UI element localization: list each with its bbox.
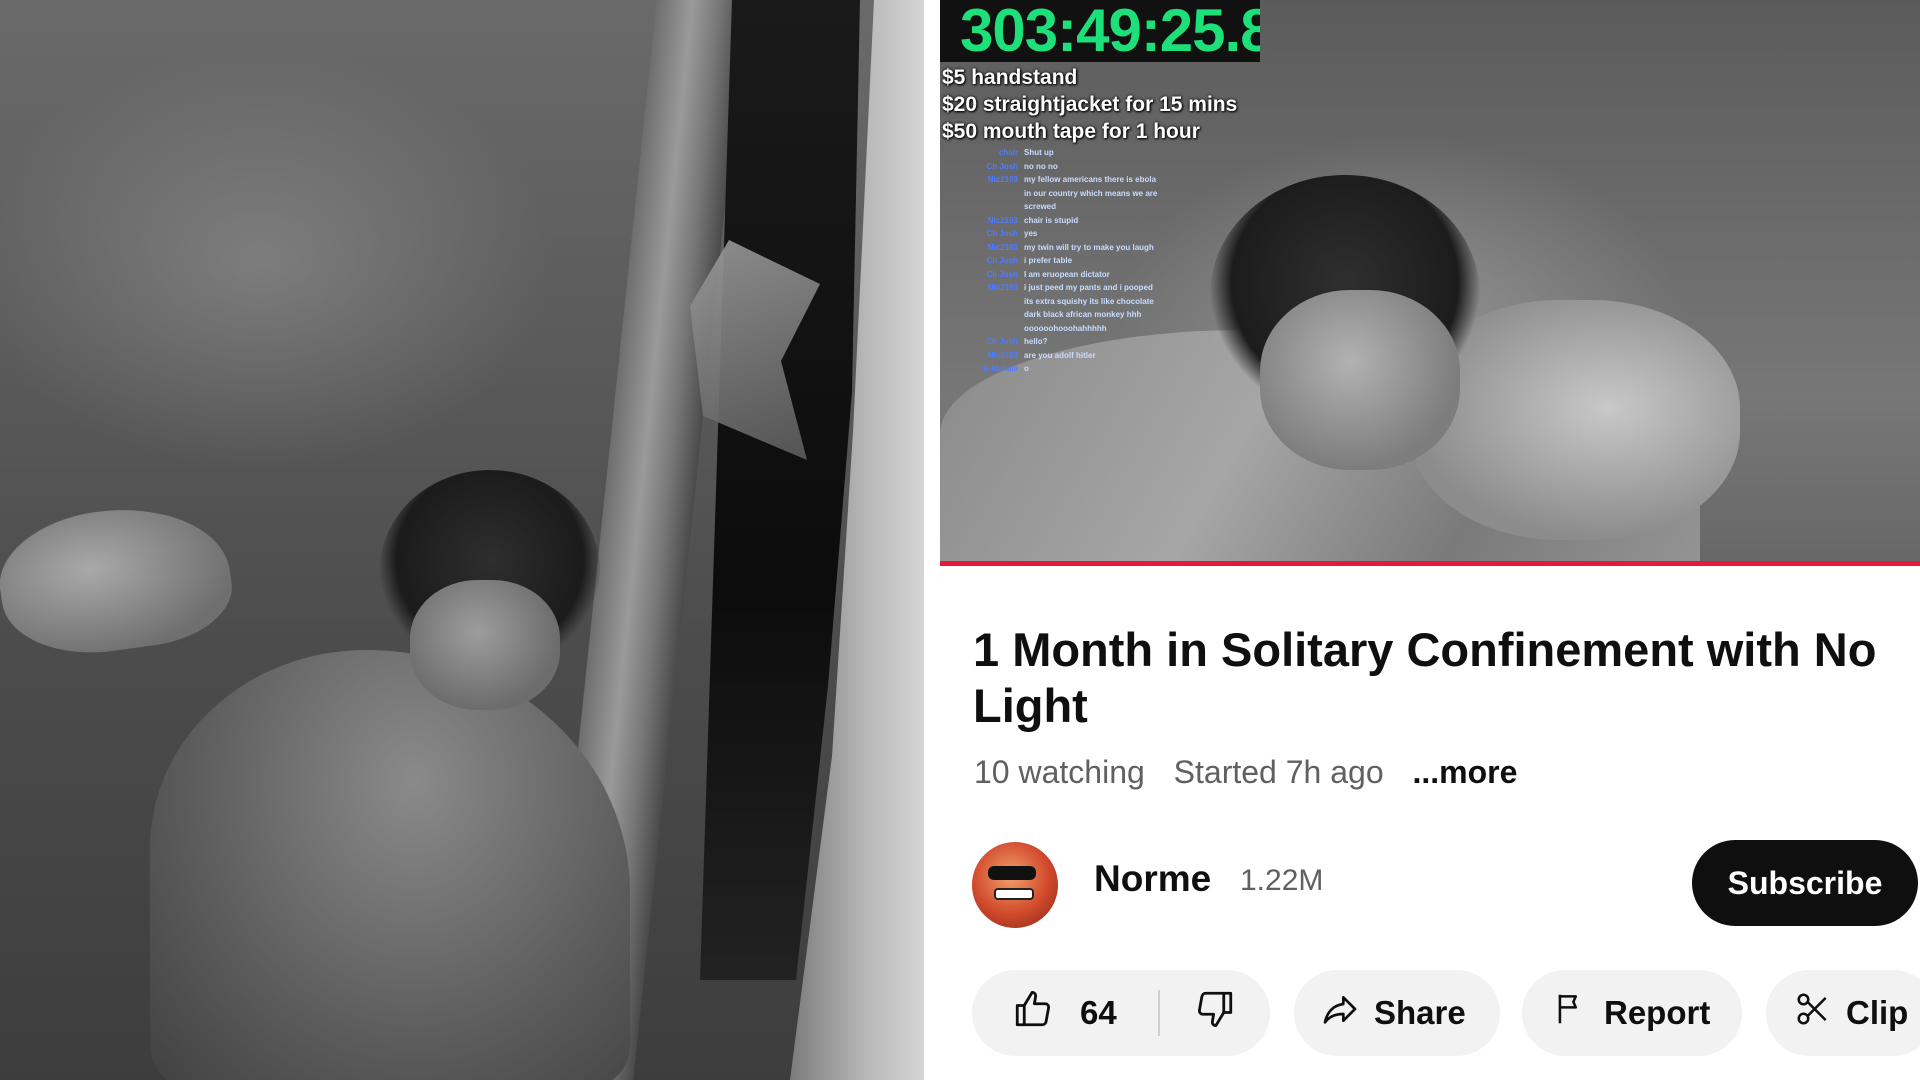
chat-message: its extra squishy its like chocolate xyxy=(982,295,1212,309)
chat-username: Nic2103 xyxy=(987,283,1018,292)
donation-goal: $50 mouth tape for 1 hour xyxy=(942,120,1200,143)
clip-button[interactable]: Clip xyxy=(1766,970,1920,1056)
chat-username: Nic2103 xyxy=(987,242,1018,252)
action-row: 64 Share Report Clip xyxy=(972,970,1920,1058)
share-label: Share xyxy=(1374,994,1466,1031)
chat-message: dark black african monkey hhh xyxy=(982,308,1212,322)
chat-message: Ch Josh yes xyxy=(982,227,1212,241)
share-button[interactable]: Share xyxy=(1294,970,1500,1056)
like-button[interactable]: 64 xyxy=(972,970,1158,1056)
channel-avatar[interactable] xyxy=(972,842,1058,928)
pillow xyxy=(0,494,239,666)
chat-text: chair is stupid xyxy=(1024,215,1079,225)
scissors-icon xyxy=(1794,990,1832,1036)
chat-username: Ch Josh xyxy=(986,229,1018,238)
chat-text: my twin will try to make you laugh xyxy=(1024,242,1154,252)
chat-username: chair xyxy=(998,148,1018,157)
channel-row: Norme 1.22M Subscribe xyxy=(972,840,1920,928)
started-time: Started 7h ago xyxy=(1173,754,1384,790)
sunglasses-graphic xyxy=(988,866,1036,880)
chat-text: o xyxy=(1024,364,1029,373)
sleeper-face xyxy=(1260,290,1460,470)
chat-text: my fellow americans there is ebola xyxy=(1024,175,1157,184)
person-face xyxy=(410,580,560,710)
chat-message: in our country which means we are xyxy=(982,187,1212,201)
teeth-graphic xyxy=(994,888,1034,900)
chat-username: Ch Josh xyxy=(986,161,1018,171)
chat-text: i just peed my pants and i pooped xyxy=(1024,283,1153,292)
chat-text: in our country which means we are xyxy=(1024,188,1158,198)
chat-username: E-Makala xyxy=(983,364,1018,373)
chat-username: Nic2103 xyxy=(987,175,1018,184)
chat-message: oooooohooohahhhhh xyxy=(982,322,1212,336)
subscriber-count: 1.22M xyxy=(1240,864,1324,897)
chat-message: E-Makala o xyxy=(982,362,1212,376)
report-label: Report xyxy=(1604,994,1711,1031)
watching-count: 10 watching xyxy=(974,754,1145,790)
channel-name[interactable]: Norme xyxy=(1094,858,1211,900)
chat-text: dark black african monkey hhh xyxy=(1024,310,1142,319)
chat-message: chair Shut up xyxy=(982,146,1212,160)
share-arrow-icon xyxy=(1320,989,1360,1037)
chat-username: Nic2103 xyxy=(987,350,1018,360)
chat-text: Shut up xyxy=(1024,148,1054,157)
chat-username: Nic2103 xyxy=(987,215,1018,225)
subscribe-button[interactable]: Subscribe xyxy=(1692,840,1918,926)
more-link[interactable]: ...more xyxy=(1413,754,1518,790)
chat-username xyxy=(982,322,1024,336)
chat-message: Ch Josh i prefer table xyxy=(982,254,1212,268)
chat-text: are you adolf hitler xyxy=(1024,350,1096,360)
video-title: 1 Month in Solitary Confinement with No … xyxy=(973,623,1877,732)
panel-divider xyxy=(924,0,940,1080)
dislike-button[interactable] xyxy=(1160,970,1270,1056)
chat-message: Ch Josh hello? xyxy=(982,335,1212,349)
chat-username xyxy=(982,308,1024,322)
chat-message: Ch Josh I am eruopean dictator xyxy=(982,268,1212,282)
chat-text: hello? xyxy=(1024,337,1048,346)
clip-label: Clip xyxy=(1846,994,1909,1031)
chat-username xyxy=(982,295,1024,309)
like-count: 64 xyxy=(1080,994,1117,1031)
person-body xyxy=(150,650,630,1080)
donation-goals: $5 handstand $20 straightjacket for 15 m… xyxy=(942,64,1237,145)
camera-frame-left xyxy=(0,0,924,1080)
chat-username xyxy=(982,187,1024,201)
video-meta: 10 watching Started 7h ago ...more xyxy=(974,754,1537,791)
thumbs-down-icon xyxy=(1194,988,1236,1038)
chat-text: yes xyxy=(1024,229,1038,238)
video-info-sheet: 1 Month in Solitary Confinement with No … xyxy=(940,566,1920,1080)
report-button[interactable]: Report xyxy=(1522,970,1742,1056)
chat-message: Nic2103 my fellow americans there is ebol… xyxy=(982,173,1212,187)
chat-username: Ch Josh xyxy=(986,256,1018,265)
donation-goal: $20 straightjacket for 15 mins xyxy=(942,93,1238,116)
donation-goal: $5 handstand xyxy=(942,66,1078,89)
chat-text: oooooohooohahhhhh xyxy=(1024,323,1107,333)
chat-text: its extra squishy its like chocolate xyxy=(1024,296,1154,306)
stream-panel: 303:49:25.8 $5 handstand $20 straightjac… xyxy=(940,0,1920,1080)
like-dislike-group: 64 xyxy=(972,970,1270,1056)
chat-username: Ch Josh xyxy=(986,269,1018,279)
chat-message: screwed xyxy=(982,200,1212,214)
flag-icon xyxy=(1552,990,1590,1036)
chat-text: no no no xyxy=(1024,161,1058,171)
video-player[interactable]: 303:49:25.8 $5 handstand $20 straightjac… xyxy=(940,0,1920,566)
chat-message: Nic2103 i just peed my pants and i pooped xyxy=(982,281,1212,295)
chat-message: Nic2103 chair is stupid xyxy=(982,214,1212,228)
thumbs-up-icon xyxy=(1012,988,1054,1038)
chat-username xyxy=(982,200,1024,214)
chat-text: i prefer table xyxy=(1024,256,1073,265)
chat-overlay: chair Shut up Ch Josh no no no Nic2103 my fel… xyxy=(982,146,1212,376)
chat-username: Ch Josh xyxy=(986,337,1018,346)
chat-message: Nic2103 my twin will try to make you laug… xyxy=(982,241,1212,255)
chat-text: I am eruopean dictator xyxy=(1024,269,1110,279)
stream-timer: 303:49:25.8 xyxy=(940,0,1260,62)
chat-message: Ch Josh no no no xyxy=(982,160,1212,174)
chat-message: Nic2103 are you adolf hitler xyxy=(982,349,1212,363)
chat-text: screwed xyxy=(1024,202,1057,211)
